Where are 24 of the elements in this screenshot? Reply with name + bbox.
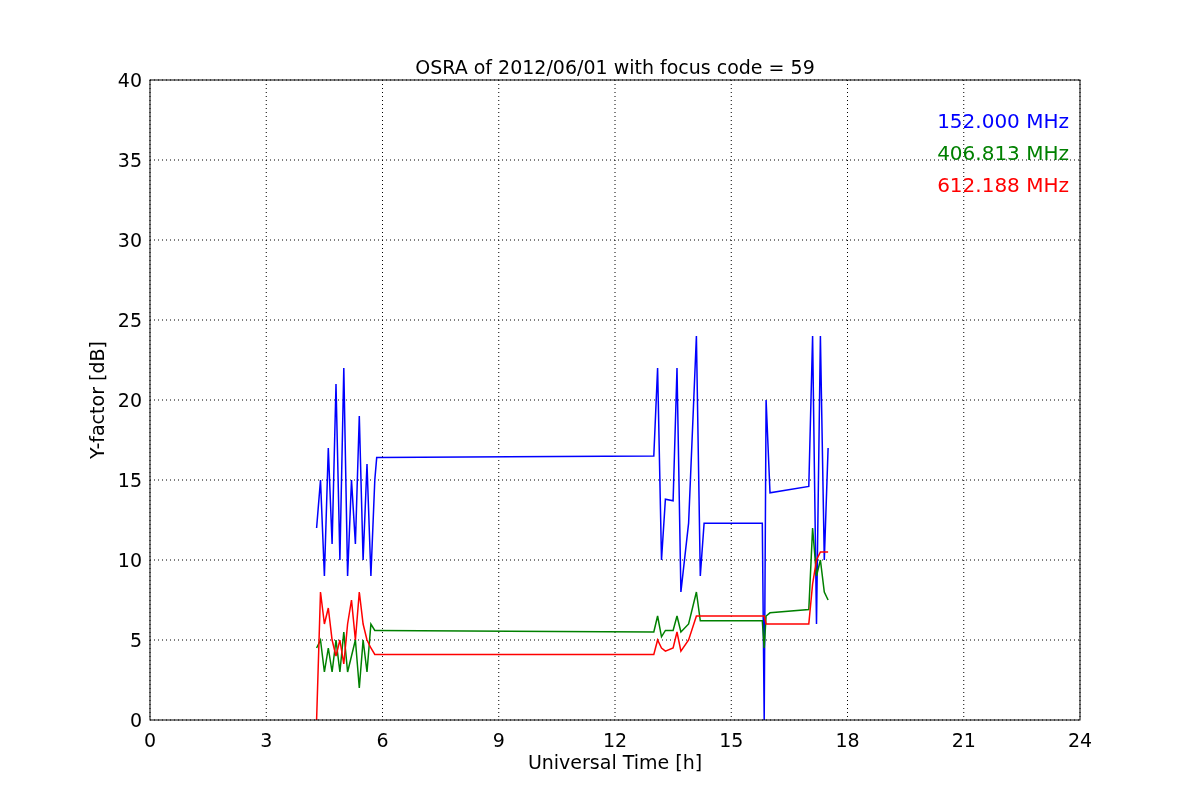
- x-tick-label: 6: [376, 729, 389, 751]
- x-tick-label: 9: [492, 729, 505, 751]
- y-tick-label: 20: [117, 389, 142, 411]
- x-tick-label: 3: [260, 729, 273, 751]
- chart-title: OSRA of 2012/06/01 with focus code = 59: [415, 56, 815, 78]
- x-tick-label: 0: [143, 729, 157, 751]
- x-tick-label: 18: [835, 729, 860, 751]
- x-tick-label: 12: [602, 729, 628, 751]
- legend-label: 152.000 MHz: [937, 109, 1069, 133]
- y-axis-label: Y-factor [dB]: [86, 341, 108, 459]
- legend-label: 612.188 MHz: [937, 173, 1069, 197]
- y-tick-label: 35: [117, 149, 142, 171]
- y-tick-label: 30: [117, 229, 142, 251]
- legend-label: 406.813 MHz: [937, 141, 1069, 165]
- y-tick-label: 0: [129, 709, 142, 731]
- y-tick-label: 40: [117, 69, 142, 91]
- y-tick-label: 10: [117, 549, 142, 571]
- y-tick-label: 15: [117, 469, 142, 491]
- x-tick-label: 21: [951, 729, 976, 751]
- y-tick-label: 25: [117, 309, 142, 331]
- y-tick-label: 5: [129, 629, 142, 651]
- x-tick-label: 15: [719, 729, 744, 751]
- x-axis-label: Universal Time [h]: [527, 751, 703, 773]
- x-tick-label: 24: [1067, 729, 1093, 751]
